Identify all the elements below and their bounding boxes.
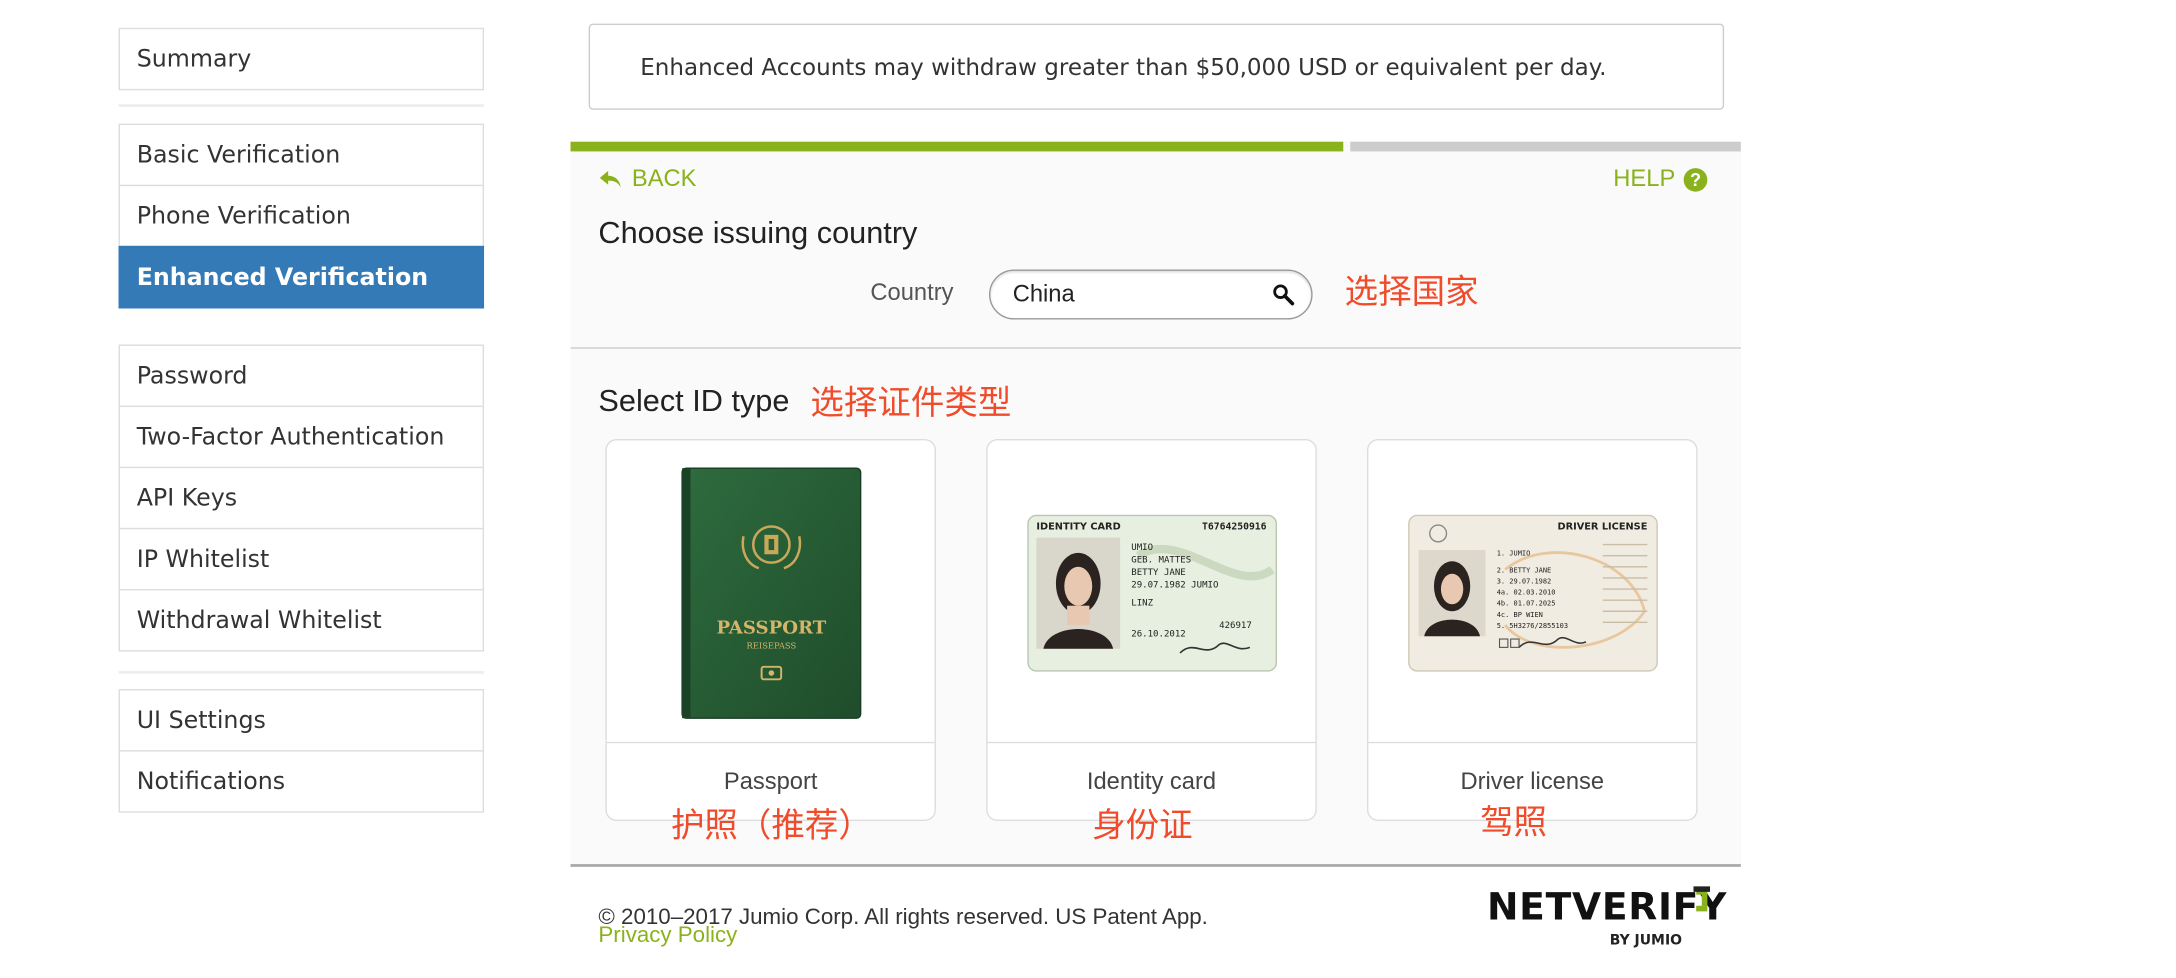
license-line: 1. JUMIO — [1496, 550, 1530, 558]
id-card-line: BETTY JANE — [1131, 568, 1185, 578]
license-line: 5. 5H3276/2855103 — [1496, 622, 1567, 630]
nav-item-summary[interactable]: Summary — [118, 27, 485, 91]
id-type-card-identity-card[interactable]: IDENTITY CARD T6764250916 UMIO GEB. MATT… — [986, 438, 1317, 822]
country-annotation: 选择国家 — [1344, 272, 1479, 312]
help-label: HELP — [1613, 165, 1676, 192]
privacy-policy-link[interactable]: Privacy Policy — [598, 924, 737, 949]
netverify-widget: BACK HELP ? Choose issuing country Count… — [570, 141, 1741, 866]
nav-item-phone-verification[interactable]: Phone Verification — [118, 184, 485, 248]
driver-license-image: DRIVER LICENSE 1. JUMIO 2. BETTY JANE 3.… — [1368, 440, 1696, 746]
passport-cover-sub: REISEPASS — [746, 641, 796, 651]
nav-separator — [118, 670, 485, 674]
id-card-number: T6764250916 — [1201, 521, 1266, 532]
nav-item-password[interactable]: Password — [118, 344, 485, 408]
nav-group-summary: Summary — [118, 27, 485, 91]
license-line: 2. BETTY JANE — [1496, 566, 1551, 574]
identity-card-annotation: 身份证 — [1092, 805, 1193, 845]
logo-mark-icon — [1693, 886, 1711, 912]
license-line: 4a. 02.03.2010 — [1496, 589, 1555, 597]
nav-item-ui-settings[interactable]: UI Settings — [118, 689, 485, 752]
footer-divider — [570, 864, 1741, 867]
nav-item-ip-whitelist[interactable]: IP Whitelist — [118, 527, 485, 591]
country-value: China — [1012, 280, 1075, 308]
back-label: BACK — [631, 165, 697, 192]
nav-item-notifications[interactable]: Notifications — [118, 750, 485, 813]
id-card-line: 29.07.1982 JUMIO — [1131, 581, 1218, 591]
country-label: Country — [870, 279, 954, 306]
nav-separator — [118, 104, 485, 107]
id-card-line: 26.10.2012 — [1131, 629, 1185, 639]
country-search-input[interactable]: China — [988, 269, 1313, 320]
withdrawal-notice: Enhanced Accounts may withdraw greater t… — [588, 23, 1725, 110]
id-card-title: IDENTITY CARD — [1036, 521, 1120, 532]
passport-image: PASSPORT REISEPASS — [607, 440, 935, 746]
help-button[interactable]: HELP ? — [1613, 165, 1708, 193]
nav-item-api-keys[interactable]: API Keys — [118, 466, 485, 530]
nav-group-security: Password Two-Factor Authentication API K… — [118, 344, 485, 652]
netverify-logo: NETVERIFY BY JUMIO — [1487, 886, 1726, 953]
nav-group-verification: Basic Verification Phone Verification En… — [118, 123, 485, 309]
id-card-line: UMIO — [1131, 543, 1153, 553]
page: Summary Basic Verification Phone Verific… — [0, 0, 2176, 978]
idtype-heading: Select ID type — [598, 383, 790, 419]
nav-item-basic-verification[interactable]: Basic Verification — [118, 123, 485, 187]
idtype-annotation: 选择证件类型 — [810, 383, 1012, 423]
progress-bar-remaining — [1350, 141, 1741, 152]
logo-wordmark: NETVERIFY — [1486, 886, 1728, 930]
license-line: 4c. BP WIEN — [1496, 611, 1542, 619]
section-divider — [570, 347, 1741, 349]
nav-item-two-factor[interactable]: Two-Factor Authentication — [118, 405, 485, 469]
logo-byline: BY JUMIO — [1609, 933, 1682, 949]
nav-item-withdrawal-whitelist[interactable]: Withdrawal Whitelist — [118, 589, 485, 652]
search-icon[interactable] — [1272, 283, 1295, 306]
nav-item-enhanced-verification[interactable]: Enhanced Verification — [118, 245, 485, 309]
id-card-side-number: 426917 — [1218, 621, 1251, 631]
country-heading: Choose issuing country — [598, 215, 918, 251]
passport-annotation: 护照（推荐） — [670, 805, 872, 845]
driver-license-annotation: 驾照 — [1479, 802, 1547, 842]
id-card-line: LINZ — [1131, 599, 1153, 609]
back-button[interactable]: BACK — [598, 165, 696, 193]
id-card-line: GEB. MATTES — [1131, 556, 1191, 566]
help-icon: ? — [1683, 167, 1708, 192]
back-arrow-icon — [599, 170, 621, 188]
id-type-card-driver-license[interactable]: DRIVER LICENSE 1. JUMIO 2. BETTY JANE 3.… — [1367, 438, 1698, 822]
id-type-card-passport[interactable]: PASSPORT REISEPASS Passport — [605, 438, 936, 822]
license-title: DRIVER LICENSE — [1557, 521, 1647, 532]
nav-group-settings: UI Settings Notifications — [118, 689, 485, 813]
identity-card-image: IDENTITY CARD T6764250916 UMIO GEB. MATT… — [988, 440, 1316, 746]
progress-bar-done — [570, 141, 1344, 152]
passport-cover-title: PASSPORT — [716, 618, 826, 639]
notice-text: Enhanced Accounts may withdraw greater t… — [640, 53, 1607, 80]
license-line: 3. 29.07.1982 — [1496, 577, 1551, 585]
license-line: 4b. 01.07.2025 — [1496, 600, 1555, 608]
